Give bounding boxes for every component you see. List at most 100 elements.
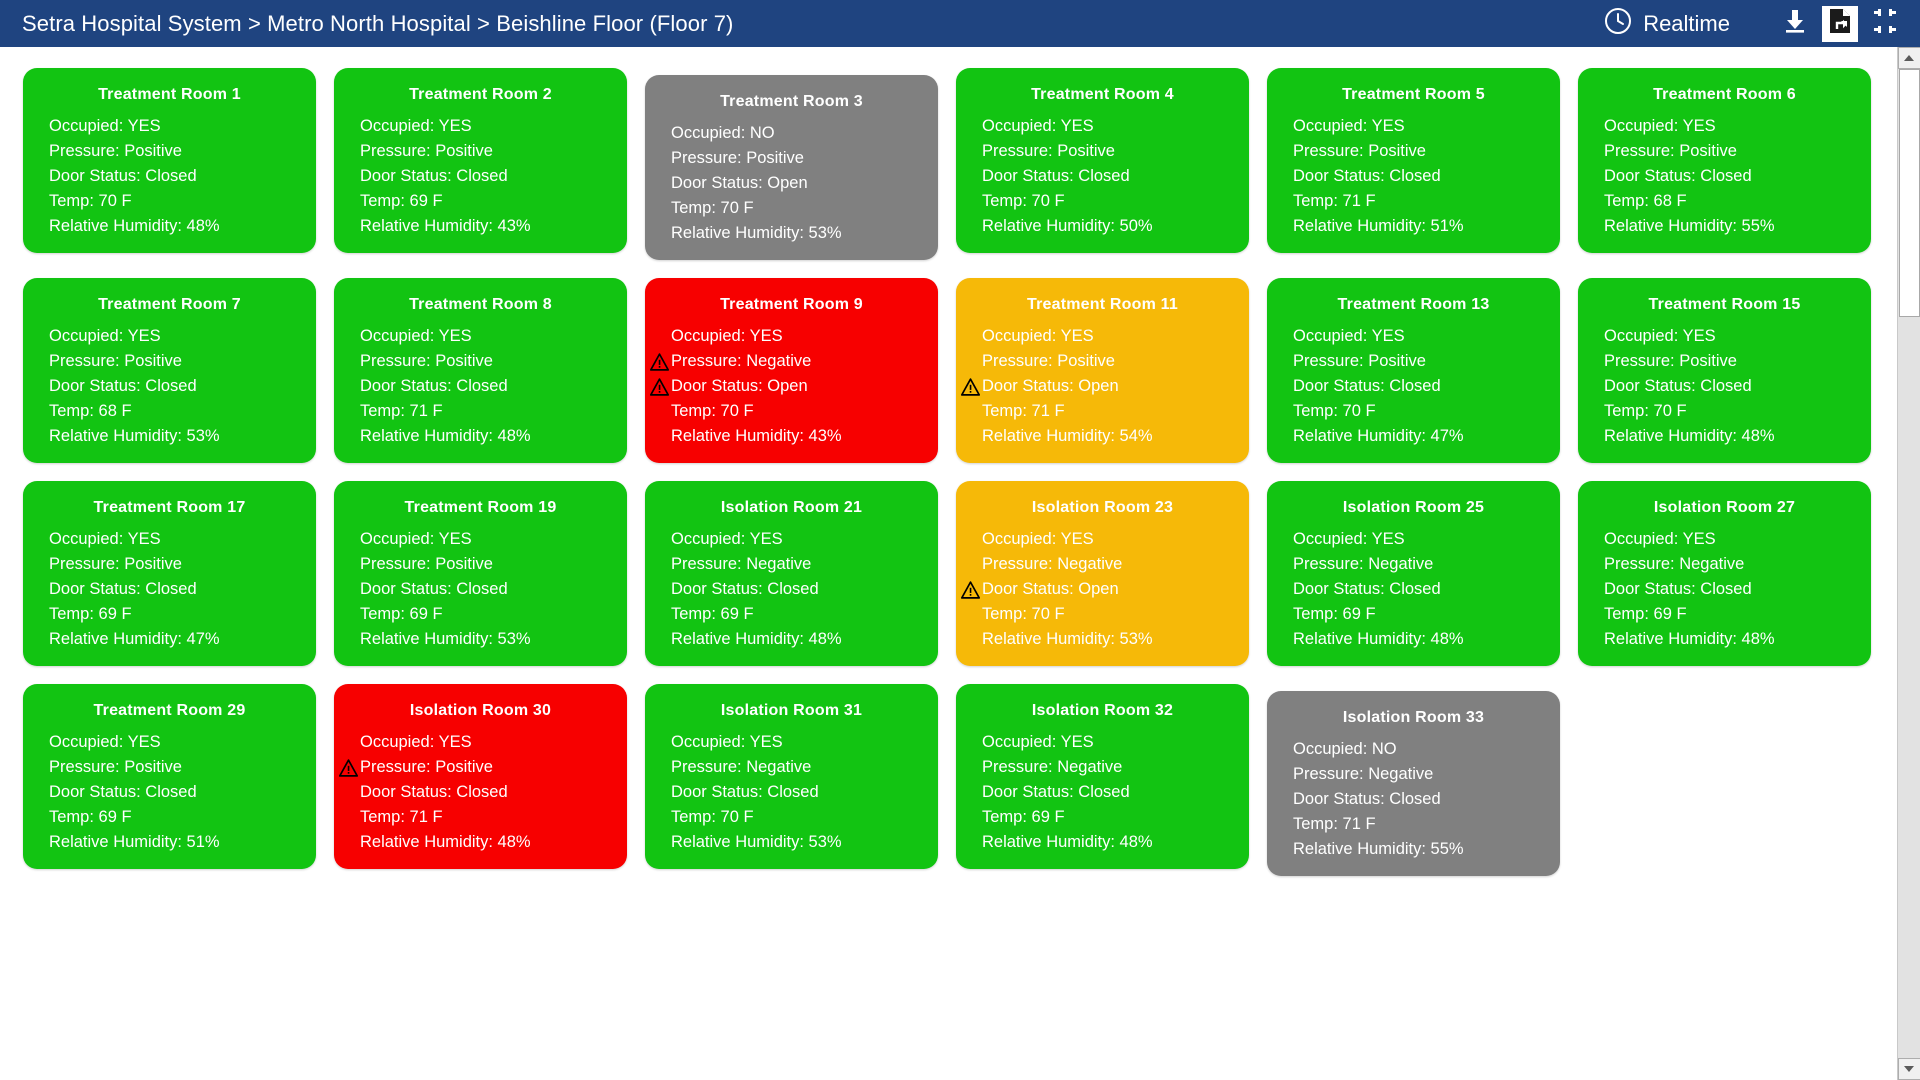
room-card-body: Occupied: YES Pressure: Positive Door Stat… [23, 523, 316, 652]
room-card[interactable]: Treatment Room 19 Occupied: YES Pressure: … [334, 481, 627, 666]
warning-icon-placeholder [28, 217, 47, 236]
room-stat-line: Door Status: Closed [23, 780, 316, 805]
room-card[interactable]: Treatment Room 13 Occupied: YES Pressure: … [1267, 278, 1560, 463]
room-card-title: Treatment Room 1 [98, 86, 241, 103]
room-card[interactable]: Isolation Room 32 Occupied: YES Pressure: … [956, 684, 1249, 869]
warning-icon-placeholder [961, 605, 980, 624]
warning-icon-placeholder [28, 402, 47, 421]
warning-icon-placeholder [28, 142, 47, 161]
room-card[interactable]: Treatment Room 2 Occupied: YES Pressure: P… [334, 68, 627, 253]
room-card[interactable]: Treatment Room 11 Occupied: YES Pressure: … [956, 278, 1249, 463]
room-stat-text: Door Status: Closed [671, 580, 819, 598]
room-card-title: Isolation Room 31 [720, 702, 863, 719]
room-card[interactable]: Isolation Room 21 Occupied: YES Pressure: … [645, 481, 938, 666]
room-card-body: Occupied: NO Pressure: Negative Door Statu… [1267, 733, 1560, 862]
room-stat-line: Door Status: Open [645, 171, 938, 196]
room-card-body: Occupied: YES Pressure: Negative Door Stat… [1267, 523, 1560, 652]
room-stat-text: Temp: 71 F [1293, 192, 1376, 210]
room-card[interactable]: Treatment Room 8 Occupied: YES Pressure: P… [334, 278, 627, 463]
room-cell: Isolation Room 33 Occupied: NO Pressure: N… [1258, 675, 1569, 885]
warning-icon-placeholder [339, 217, 358, 236]
room-stat-line: Relative Humidity: 48% [1267, 627, 1560, 652]
room-stat-text: Relative Humidity: 50% [982, 217, 1153, 235]
scrollbar-track[interactable] [1897, 317, 1920, 1080]
room-card[interactable]: Treatment Room 9 Occupied: YES Pressure: N… [645, 278, 938, 463]
scrollbar-thumb[interactable] [1898, 69, 1920, 317]
warning-icon-placeholder [339, 192, 358, 211]
warning-icon-placeholder [650, 427, 669, 446]
room-cell: Treatment Room 4 Occupied: YES Pressure: P… [947, 59, 1258, 262]
warning-icon-placeholder [1583, 192, 1602, 211]
warning-icon-placeholder [28, 377, 47, 396]
room-card[interactable]: Isolation Room 27 Occupied: YES Pressure: … [1578, 481, 1871, 666]
room-stat-text: Occupied: YES [671, 733, 783, 751]
room-stat-text: Door Status: Closed [1604, 377, 1752, 395]
room-card[interactable]: Treatment Room 5 Occupied: YES Pressure: P… [1267, 68, 1560, 253]
room-stat-line: Occupied: YES [334, 324, 627, 349]
room-card[interactable]: Treatment Room 3 Occupied: NO Pressure: Po… [645, 75, 938, 260]
room-stat-line: Door Status: Open [645, 374, 938, 399]
room-stat-line: Temp: 70 F [23, 189, 316, 214]
room-stat-text: Occupied: YES [1293, 327, 1405, 345]
room-cell: Treatment Room 13 Occupied: YES Pressure: … [1258, 269, 1569, 472]
export-document-button[interactable] [1822, 5, 1858, 42]
room-card[interactable]: Isolation Room 25 Occupied: YES Pressure: … [1267, 481, 1560, 666]
export-document-icon [1828, 8, 1852, 39]
room-stat-text: Occupied: YES [982, 733, 1094, 751]
room-card-body: Occupied: YES Pressure: Positive Door Stat… [334, 110, 627, 239]
room-stat-line: Pressure: Positive [1578, 349, 1871, 374]
room-card-title: Treatment Room 19 [404, 499, 557, 516]
room-stat-text: Door Status: Closed [360, 377, 508, 395]
room-card-body: Occupied: YES Pressure: Negative Door Stat… [956, 726, 1249, 855]
room-stat-text: Relative Humidity: 48% [360, 427, 531, 445]
room-card[interactable]: Treatment Room 1 Occupied: YES Pressure: P… [23, 68, 316, 253]
room-card[interactable]: Isolation Room 30 Occupied: YES Pressure: … [334, 684, 627, 869]
room-stat-text: Pressure: Positive [1293, 142, 1426, 160]
room-card[interactable]: Treatment Room 15 Occupied: YES Pressure: … [1578, 278, 1871, 463]
warning-icon-placeholder [1272, 117, 1291, 136]
app-header: Setra Hospital System > Metro North Hosp… [0, 0, 1920, 47]
room-card[interactable]: Treatment Room 6 Occupied: YES Pressure: P… [1578, 68, 1871, 253]
room-card[interactable]: Isolation Room 33 Occupied: NO Pressure: N… [1267, 691, 1560, 876]
room-cell: Treatment Room 8 Occupied: YES Pressure: P… [325, 269, 636, 472]
room-card-title: Isolation Room 23 [1031, 499, 1174, 516]
room-stat-text: Pressure: Negative [671, 555, 812, 573]
room-card-title: Isolation Room 30 [409, 702, 552, 719]
room-stat-text: Door Status: Closed [982, 167, 1130, 185]
vertical-scrollbar[interactable] [1897, 47, 1920, 1080]
room-card[interactable]: Isolation Room 23 Occupied: YES Pressure: … [956, 481, 1249, 666]
room-stat-line: Pressure: Negative [645, 349, 938, 374]
room-card[interactable]: Treatment Room 7 Occupied: YES Pressure: P… [23, 278, 316, 463]
download-button[interactable] [1774, 3, 1816, 45]
room-stat-line: Temp: 70 F [645, 805, 938, 830]
room-card-title: Treatment Room 29 [93, 702, 246, 719]
room-stat-text: Relative Humidity: 47% [1293, 427, 1464, 445]
room-card-body: Occupied: YES Pressure: Positive Door Stat… [1578, 110, 1871, 239]
room-stat-line: Relative Humidity: 48% [645, 627, 938, 652]
room-card[interactable]: Treatment Room 4 Occupied: YES Pressure: P… [956, 68, 1249, 253]
room-cell: Isolation Room 21 Occupied: YES Pressure: … [636, 472, 947, 675]
room-stat-line: Relative Humidity: 51% [1267, 214, 1560, 239]
room-stat-line: Pressure: Positive [23, 349, 316, 374]
warning-icon-placeholder [1272, 815, 1291, 834]
scroll-down-button[interactable] [1897, 1058, 1920, 1080]
room-stat-text: Door Status: Open [671, 377, 808, 395]
room-stat-text: Occupied: YES [49, 530, 161, 548]
room-stat-line: Door Status: Closed [1578, 164, 1871, 189]
room-card[interactable]: Treatment Room 17 Occupied: YES Pressure: … [23, 481, 316, 666]
scroll-up-button[interactable] [1897, 47, 1920, 69]
collapse-fullscreen-button[interactable] [1864, 3, 1906, 45]
room-stat-line: Pressure: Positive [1267, 349, 1560, 374]
room-stat-line: Occupied: YES [1267, 114, 1560, 139]
room-stat-line: Door Status: Closed [1578, 374, 1871, 399]
room-card[interactable]: Treatment Room 29 Occupied: YES Pressure: … [23, 684, 316, 869]
room-stat-line: Relative Humidity: 48% [1578, 627, 1871, 652]
room-stat-text: Door Status: Closed [982, 783, 1130, 801]
room-cell: Treatment Room 3 Occupied: NO Pressure: Po… [636, 59, 947, 269]
realtime-mode-indicator[interactable]: Realtime [1604, 7, 1730, 40]
room-stat-line: Pressure: Negative [1578, 552, 1871, 577]
room-card-body: Occupied: NO Pressure: Positive Door Statu… [645, 117, 938, 246]
room-stat-text: Pressure: Positive [982, 142, 1115, 160]
room-cell: Isolation Room 23 Occupied: YES Pressure: … [947, 472, 1258, 675]
room-card[interactable]: Isolation Room 31 Occupied: YES Pressure: … [645, 684, 938, 869]
